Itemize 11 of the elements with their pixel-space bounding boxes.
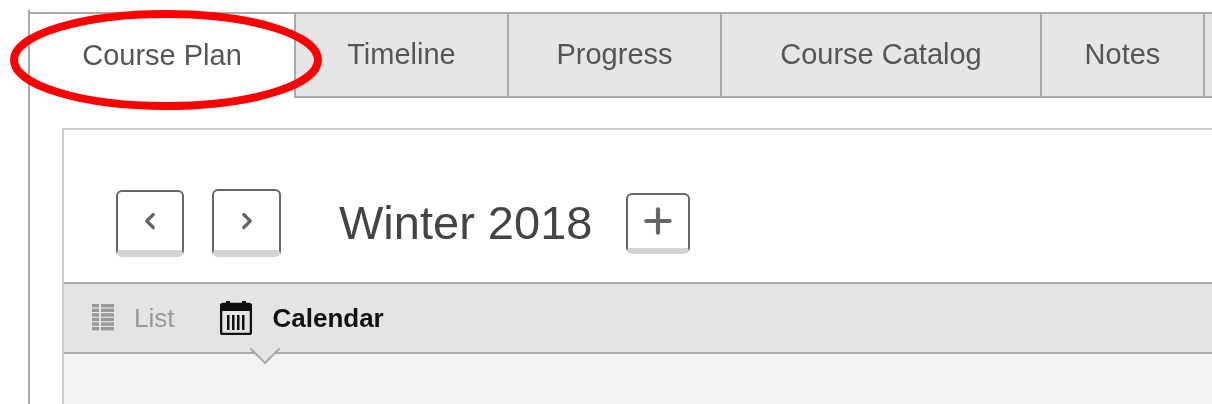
term-title: Winter 2018: [339, 194, 593, 251]
tab[interactable]: Course Catalog: [722, 14, 1042, 98]
calendar-icon: [220, 301, 253, 335]
next-button[interactable]: [212, 189, 281, 257]
add-term-button[interactable]: [626, 192, 691, 254]
list-icon: [92, 304, 114, 332]
view-toggle[interactable]: Calendar: [220, 298, 384, 338]
tab[interactable]: Progress: [509, 14, 722, 98]
tab[interactable]: Notes: [1042, 14, 1205, 98]
previous-button[interactable]: [116, 189, 184, 257]
tab[interactable]: Timeline: [296, 14, 509, 98]
